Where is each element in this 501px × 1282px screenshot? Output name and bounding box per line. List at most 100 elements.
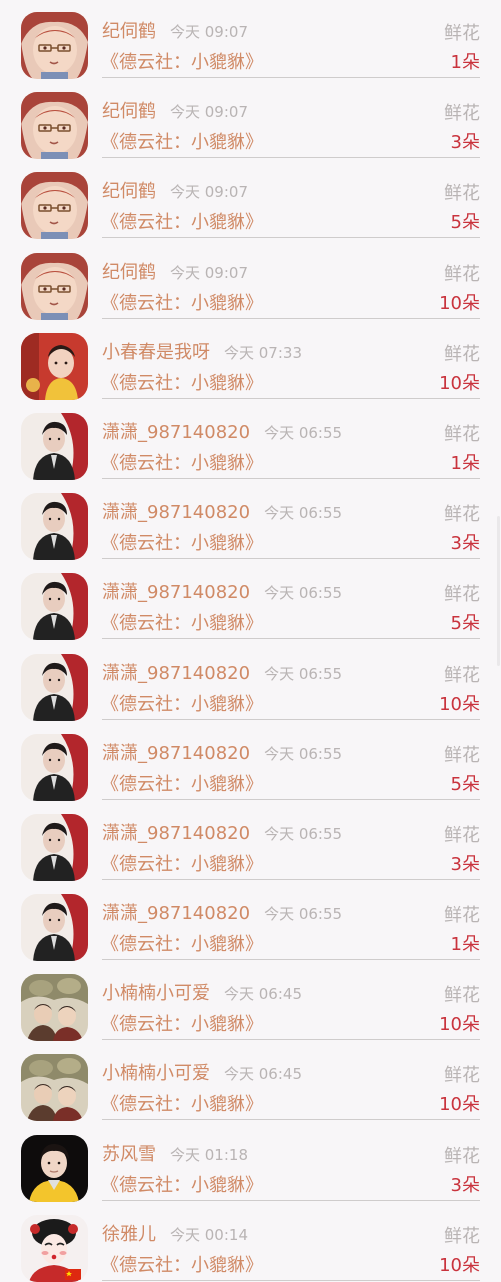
list-item[interactable]: 苏风雪 今天 01:18 鲜花 《德云社：小貔貅》 3朵 — [0, 1116, 501, 1202]
gift-type: 鲜花 — [444, 103, 480, 125]
list-item[interactable]: 潇潇_987140820 今天 06:55 鲜花 《德云社：小貔貅》 10朵 — [0, 635, 501, 721]
sender-name[interactable]: 潇潇_987140820 — [102, 659, 250, 685]
list-item[interactable]: 潇潇_987140820 今天 06:55 鲜花 《德云社：小貔貅》 1朵 — [0, 394, 501, 480]
scrollbar[interactable] — [497, 516, 500, 666]
sender-name[interactable]: 小楠楠小可爱 — [102, 979, 210, 1005]
timestamp: 今天 09:07 — [170, 263, 248, 282]
sender-name[interactable]: 苏风雪 — [102, 1140, 156, 1166]
sender-line: 潇潇_987140820 今天 06:55 — [102, 819, 342, 845]
gift-count: 1朵 — [450, 52, 480, 73]
book-title[interactable]: 《德云社：小貔貅》 — [101, 529, 263, 555]
anime-girl-avatar[interactable] — [21, 92, 88, 160]
timestamp: 今天 06:55 — [264, 504, 343, 523]
sender-name[interactable]: 潇潇_987140820 — [102, 739, 250, 765]
book-title[interactable]: 《德云社：小貔貅》 — [101, 1090, 263, 1116]
timestamp: 今天 06:55 — [264, 905, 343, 924]
gift-type: 鲜花 — [444, 664, 480, 686]
book-title[interactable]: 《德云社：小貔貅》 — [101, 208, 263, 234]
list-item[interactable]: 纪伺鹤 今天 09:07 鲜花 《德云社：小貔貅》 3朵 — [0, 73, 501, 160]
gift-count: 3朵 — [450, 853, 480, 875]
gift-count: 10朵 — [439, 1094, 480, 1116]
yellow-shirt-avatar[interactable] — [21, 1134, 88, 1202]
list-item[interactable]: 小楠楠小可爱 今天 06:45 鲜花 《德云社：小貔貅》 10朵 — [0, 955, 501, 1042]
book-title[interactable]: 《德云社：小貔貅》 — [101, 1010, 263, 1036]
timestamp: 今天 01:18 — [170, 1145, 248, 1164]
timestamp: 今天 06:55 — [264, 744, 343, 763]
gift-type: 鲜花 — [444, 263, 480, 285]
sender-name[interactable]: 潇潇_987140820 — [102, 578, 250, 604]
opera-face-avatar[interactable] — [21, 1214, 88, 1282]
book-title[interactable]: 《德云社：小貔貅》 — [101, 690, 263, 716]
book-title[interactable]: 《德云社：小貔貅》 — [101, 369, 263, 395]
timestamp: 今天 09:07 — [170, 23, 248, 41]
red-outfit-avatar[interactable] — [21, 332, 88, 400]
sender-name[interactable]: 纪伺鹤 — [102, 97, 156, 123]
sender-name[interactable]: 小春春是我呀 — [102, 338, 210, 364]
list-item[interactable]: 小楠楠小可爱 今天 06:45 鲜花 《德云社：小貔貅》 10朵 — [0, 1035, 501, 1122]
list-item[interactable]: 潇潇_987140820 今天 06:55 鲜花 《德云社：小貔貅》 3朵 — [0, 795, 501, 881]
gift-count: 5朵 — [450, 613, 480, 635]
gift-count: 3朵 — [450, 132, 480, 154]
timestamp: 今天 06:55 — [264, 423, 343, 442]
dark-suit-avatar[interactable] — [21, 894, 88, 962]
dark-suit-avatar[interactable] — [21, 412, 88, 480]
list-item[interactable]: 小春春是我呀 今天 07:33 鲜花 《德云社：小貔貅》 10朵 — [0, 314, 501, 400]
gift-count: 10朵 — [439, 1254, 480, 1276]
dark-suit-avatar[interactable] — [21, 573, 88, 641]
list-item[interactable]: 纪伺鹤 今天 09:07 鲜花 《德云社：小貔貅》 5朵 — [0, 153, 501, 240]
list-item[interactable]: 纪伺鹤 今天 09:07 鲜花 《德云社：小貔貅》 1朵 — [0, 0, 501, 79]
sender-name[interactable]: 纪伺鹤 — [102, 177, 156, 203]
list-item[interactable]: 纪伺鹤 今天 09:07 鲜花 《德云社：小貔貅》 10朵 — [0, 234, 501, 320]
book-title[interactable]: 《德云社：小貔貅》 — [101, 128, 263, 154]
gift-count: 3朵 — [450, 1174, 480, 1196]
gift-count: 1朵 — [450, 934, 480, 956]
book-title[interactable]: 《德云社：小貔貅》 — [101, 770, 263, 796]
dark-suit-avatar[interactable] — [21, 493, 88, 561]
book-title[interactable]: 《德云社：小貔貅》 — [101, 48, 263, 74]
gift-count: 5朵 — [450, 212, 480, 234]
list-item[interactable]: 徐雅儿 今天 00:14 鲜花 《德云社：小貔貅》 10朵 — [0, 1196, 501, 1282]
book-title[interactable]: 《德云社：小貔貅》 — [101, 609, 263, 635]
sender-line: 潇潇_987140820 今天 06:55 — [102, 899, 342, 925]
gift-count: 10朵 — [439, 1014, 480, 1036]
list-item[interactable]: 潇潇_987140820 今天 06:55 鲜花 《德云社：小貔貅》 1朵 — [0, 875, 501, 962]
sender-line: 纪伺鹤 今天 09:07 — [102, 17, 248, 43]
list-item[interactable]: 潇潇_987140820 今天 06:55 鲜花 《德云社：小貔貅》 3朵 — [0, 474, 501, 561]
group-photo-avatar[interactable] — [21, 974, 88, 1042]
sender-line: 小春春是我呀 今天 07:33 — [102, 338, 302, 364]
sender-line: 潇潇_987140820 今天 06:55 — [102, 498, 342, 524]
gift-type: 鲜花 — [444, 824, 480, 846]
dark-suit-avatar[interactable] — [21, 653, 88, 721]
anime-girl-avatar[interactable] — [21, 172, 88, 240]
timestamp: 今天 06:55 — [264, 824, 343, 843]
gift-type: 鲜花 — [444, 1145, 480, 1167]
gift-type: 鲜花 — [444, 744, 480, 766]
timestamp: 今天 06:55 — [264, 664, 343, 683]
sender-name[interactable]: 纪伺鹤 — [102, 17, 156, 43]
gift-type: 鲜花 — [444, 504, 480, 526]
list-item[interactable]: 潇潇_987140820 今天 06:55 鲜花 《德云社：小貔貅》 5朵 — [0, 554, 501, 641]
sender-name[interactable]: 纪伺鹤 — [102, 258, 156, 284]
sender-line: 纪伺鹤 今天 09:07 — [102, 258, 248, 284]
sender-name[interactable]: 潇潇_987140820 — [102, 498, 250, 524]
book-title[interactable]: 《德云社：小貔貅》 — [101, 1251, 263, 1277]
sender-name[interactable]: 小楠楠小可爱 — [102, 1059, 210, 1085]
sender-name[interactable]: 徐雅儿 — [102, 1220, 156, 1246]
anime-girl-avatar[interactable] — [21, 12, 88, 79]
list-item[interactable]: 潇潇_987140820 今天 06:55 鲜花 《德云社：小貔貅》 5朵 — [0, 715, 501, 801]
gift-type: 鲜花 — [444, 584, 480, 606]
dark-suit-avatar[interactable] — [21, 813, 88, 881]
gift-count: 3朵 — [450, 533, 480, 555]
book-title[interactable]: 《德云社：小貔貅》 — [101, 1171, 263, 1197]
dark-suit-avatar[interactable] — [21, 733, 88, 801]
book-title[interactable]: 《德云社：小貔貅》 — [101, 850, 263, 876]
sender-name[interactable]: 潇潇_987140820 — [102, 899, 250, 925]
sender-line: 潇潇_987140820 今天 06:55 — [102, 578, 342, 604]
anime-girl-avatar[interactable] — [21, 252, 88, 320]
group-photo-avatar[interactable] — [21, 1054, 88, 1122]
book-title[interactable]: 《德云社：小貔貅》 — [101, 930, 263, 956]
book-title[interactable]: 《德云社：小貔貅》 — [101, 449, 263, 475]
sender-name[interactable]: 潇潇_987140820 — [102, 819, 250, 845]
book-title[interactable]: 《德云社：小貔貅》 — [101, 289, 263, 315]
sender-name[interactable]: 潇潇_987140820 — [102, 418, 250, 444]
